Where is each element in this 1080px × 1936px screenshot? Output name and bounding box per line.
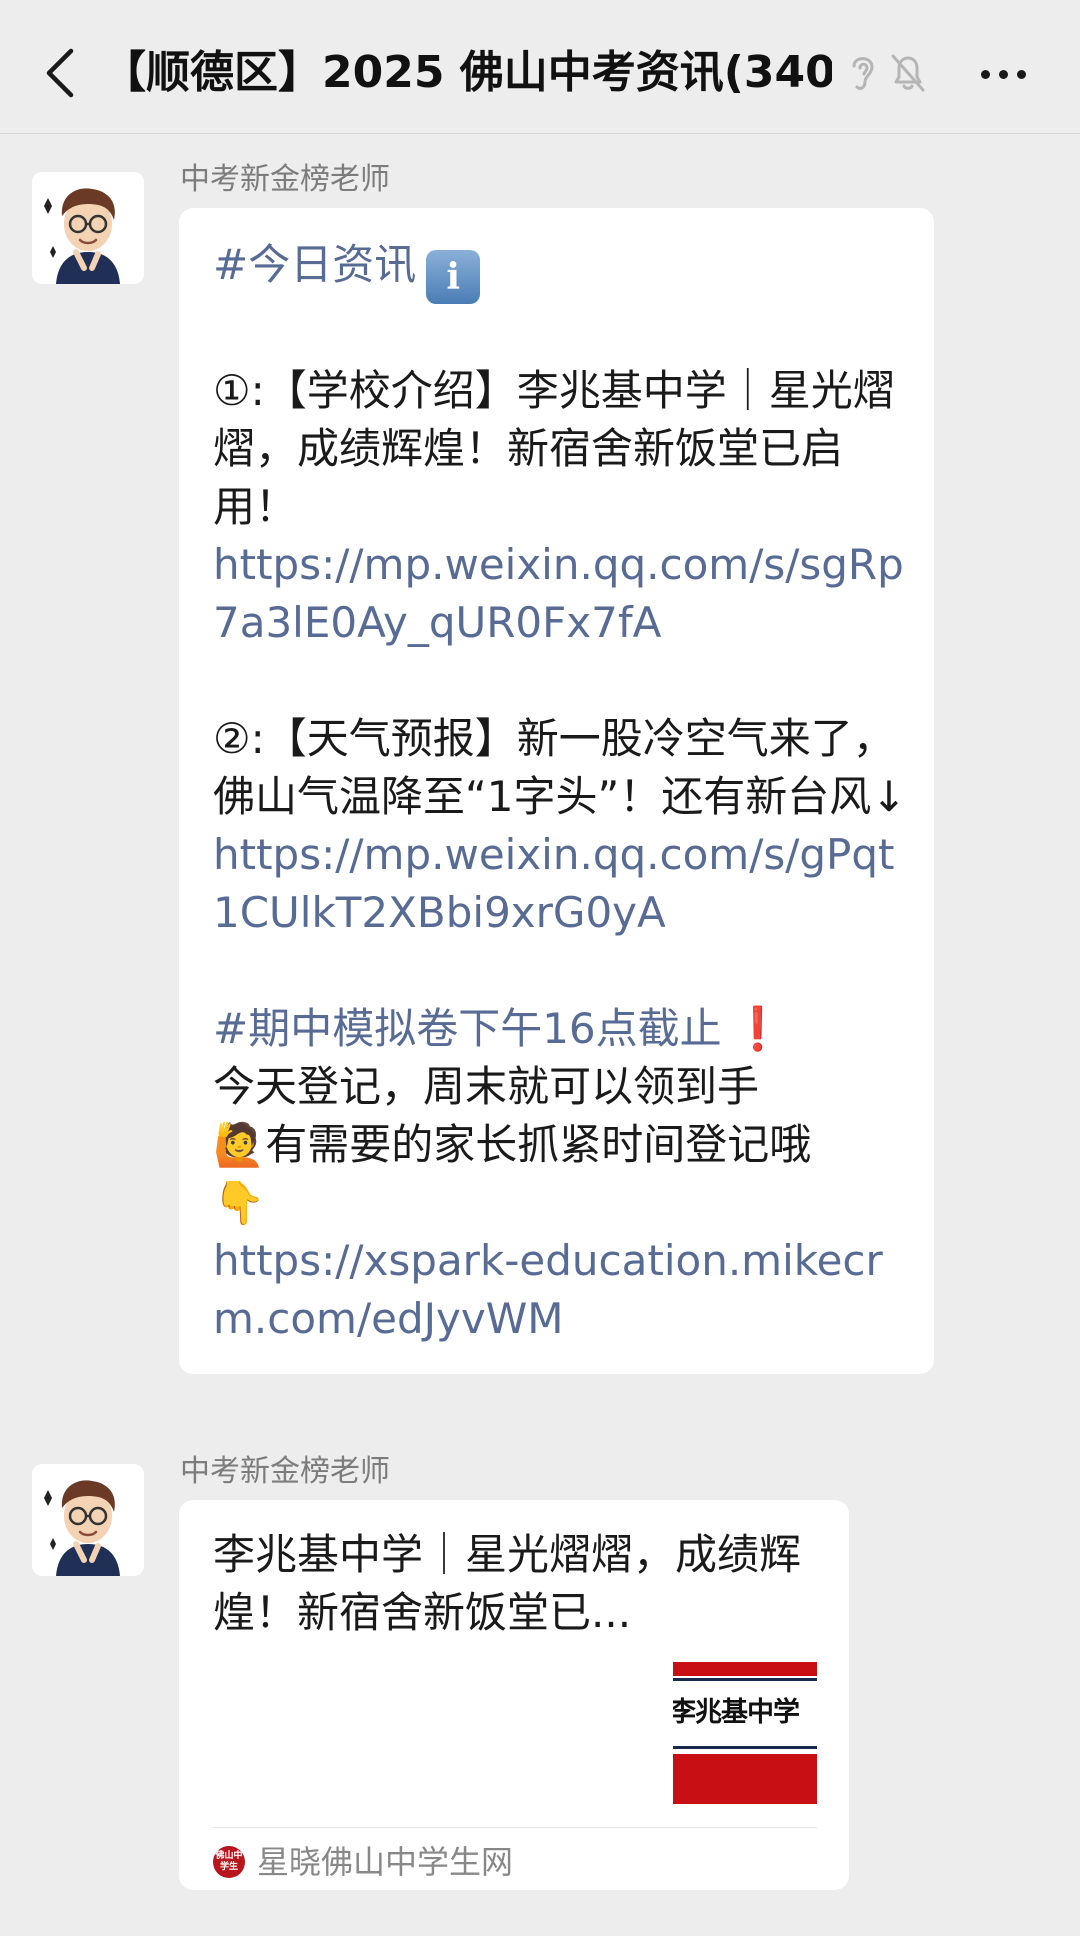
headline-row: #今日资讯 i bbox=[213, 236, 914, 304]
more-icon bbox=[980, 69, 990, 79]
news-item-2-text: ②:【天气预报】新一股冷空气来了，佛山气温降至“1字头”！还有新台风↓ bbox=[213, 714, 907, 821]
news-item-2-link[interactable]: https://mp.weixin.qq.com/s/gPqt1CUlkT2XB… bbox=[213, 826, 914, 942]
raising-hand-icon: 🙋 bbox=[213, 1120, 266, 1169]
article-card[interactable]: 李兆基中学｜星光熠熠，成绩辉煌！新宿舍新饭堂已... 李兆基中学 佛山中学生 星… bbox=[179, 1500, 849, 1890]
back-icon bbox=[46, 48, 74, 98]
back-button[interactable] bbox=[30, 38, 90, 108]
avatar[interactable] bbox=[32, 1464, 144, 1576]
card-thumbnail: 李兆基中学 bbox=[673, 1662, 817, 1804]
teacher-avatar-icon bbox=[32, 1464, 144, 1576]
avatar[interactable] bbox=[32, 172, 144, 284]
chat-title[interactable]: 【顺德区】2025 佛山中考资讯(340) bbox=[102, 40, 832, 106]
info-icon: i bbox=[426, 250, 481, 304]
more-dot bbox=[998, 69, 1008, 79]
more-button[interactable] bbox=[966, 52, 1040, 96]
member-count: (340) bbox=[723, 47, 832, 98]
exam-deadline-row: #期中模拟卷下午16点截止 ❗ bbox=[213, 1000, 914, 1058]
source-name: 星晓佛山中学生网 bbox=[257, 1843, 514, 1881]
notice-line-1: 今天登记，周末就可以领到手 bbox=[213, 1062, 760, 1111]
sender-name: 中考新金榜老师 bbox=[180, 162, 390, 197]
registration-link[interactable]: https://xspark-education.mikecrm.com/edJ… bbox=[213, 1232, 914, 1348]
thumb-text: 李兆基中学 bbox=[673, 1697, 800, 1728]
notice-line-2-row: 🙋有需要的家长抓紧时间登记哦 bbox=[213, 1116, 914, 1174]
more-dot bbox=[1016, 69, 1026, 79]
ear-icon bbox=[852, 57, 874, 90]
group-name: 【顺德区】2025 佛山中考资讯 bbox=[102, 47, 724, 98]
card-divider bbox=[213, 1827, 817, 1828]
sender-name: 中考新金榜老师 bbox=[180, 1454, 390, 1489]
thumb-band bbox=[673, 1662, 817, 1676]
message-bubble[interactable]: #今日资讯 i ①:【学校介绍】李兆基中学｜星光熠熠，成绩辉煌！新宿舍新饭堂已启用… bbox=[179, 208, 934, 1374]
source-logo-icon: 佛山中学生 bbox=[213, 1846, 245, 1878]
thumb-line bbox=[673, 1746, 817, 1749]
teacher-avatar-icon bbox=[32, 172, 144, 284]
hashtag-today-news[interactable]: #今日资讯 bbox=[213, 240, 416, 289]
card-title: 李兆基中学｜星光熠熠，成绩辉煌！新宿舍新饭堂已... bbox=[213, 1530, 802, 1637]
news-item-1-link[interactable]: https://mp.weixin.qq.com/s/sgRp7a3lE0Ay_… bbox=[213, 536, 914, 652]
news-item-1-text: ①:【学校介绍】李兆基中学｜星光熠熠，成绩辉煌！新宿舍新饭堂已启用！ bbox=[213, 366, 895, 531]
chat-header: 【顺德区】2025 佛山中考资讯(340) bbox=[0, 0, 1080, 134]
pointing-down-icon: 👇 bbox=[213, 1178, 266, 1227]
exclamation-icon: ❗ bbox=[731, 1004, 784, 1053]
notice-line-2: 有需要的家长抓紧时间登记哦 bbox=[265, 1120, 812, 1169]
thumb-band bbox=[673, 1754, 817, 1804]
thumb-line bbox=[673, 1678, 817, 1681]
mute-bell-icon bbox=[891, 54, 925, 92]
hashtag-exam-deadline[interactable]: #期中模拟卷下午16点截止 bbox=[213, 1004, 722, 1053]
